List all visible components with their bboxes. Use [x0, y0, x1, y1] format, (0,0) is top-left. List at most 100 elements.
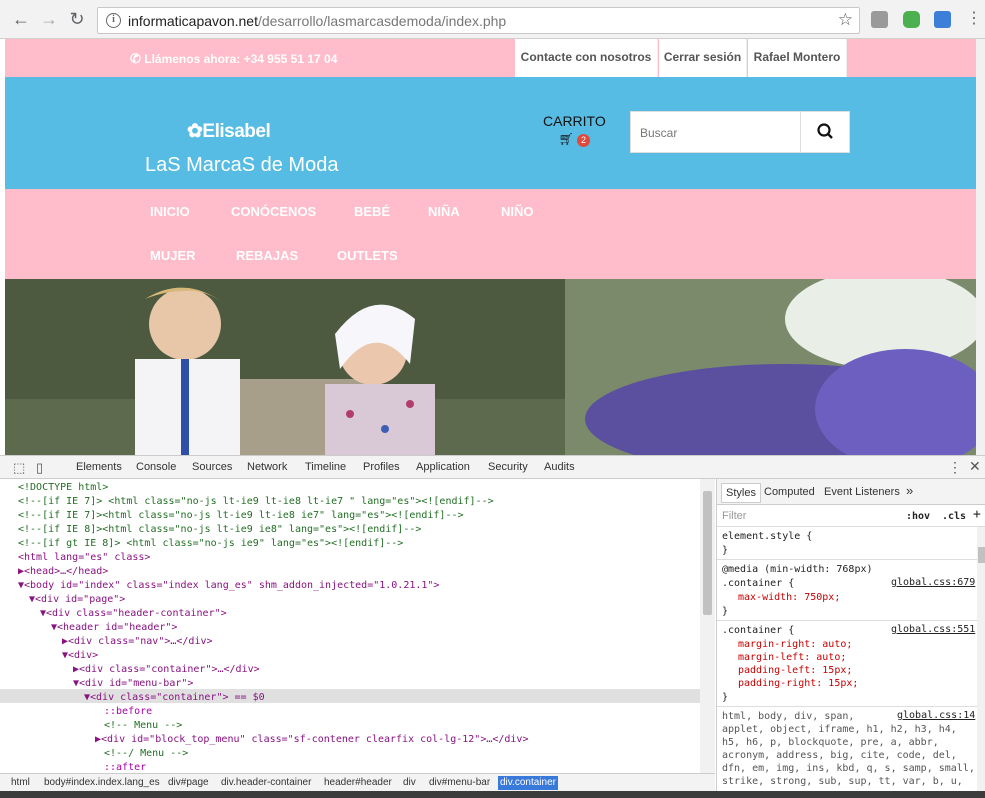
tab-timeline[interactable]: Timeline: [305, 461, 346, 473]
rule-source-link[interactable]: global.css:679: [891, 577, 975, 588]
menu-item-bebe[interactable]: BEBÉ: [354, 204, 390, 219]
dom-line[interactable]: ::after: [104, 761, 146, 773]
rule-selector: strike, strong, sub, sup, tt, var, b, u,: [722, 776, 963, 787]
tab-styles[interactable]: Styles: [721, 483, 761, 503]
dom-line[interactable]: ▶<div class="container">…</div>: [73, 663, 260, 677]
dom-line[interactable]: ▼<div id="menu-bar">: [73, 677, 193, 691]
breadcrumb-item[interactable]: div#page: [166, 776, 211, 790]
menu-item-inicio[interactable]: INICIO: [150, 204, 190, 219]
tab-security[interactable]: Security: [488, 461, 528, 473]
search-input[interactable]: Buscar: [640, 126, 677, 140]
tab-sources[interactable]: Sources: [192, 461, 232, 473]
tab-console[interactable]: Console: [136, 461, 176, 473]
more-tabs-icon[interactable]: »: [906, 483, 913, 498]
dom-line[interactable]: ▼<div class="header-container">: [40, 607, 227, 621]
logout-link[interactable]: Cerrar sesión: [659, 39, 747, 77]
inspect-icon[interactable]: ⬚: [13, 460, 25, 476]
element-style-rule[interactable]: element.style {: [722, 530, 812, 543]
logo[interactable]: ✿Elisabel: [187, 120, 271, 143]
address-bar[interactable]: i informaticapavon.net/desarrollo/lasmar…: [97, 7, 860, 34]
hov-toggle[interactable]: :hov: [906, 510, 930, 523]
menu-item-rebajas[interactable]: REBAJAS: [236, 248, 298, 263]
rule-selector: h5, h6, p, blockquote, pre, a, abbr,: [722, 737, 939, 748]
cart-count-badge: 2: [576, 134, 590, 147]
device-toolbar-icon[interactable]: ▯: [36, 460, 43, 476]
breadcrumb-item[interactable]: div: [401, 776, 418, 790]
elements-scrollbar[interactable]: [700, 479, 715, 773]
search-box[interactable]: Buscar: [630, 111, 850, 153]
breadcrumb-item[interactable]: header#header: [322, 776, 394, 790]
menu-item-outlets[interactable]: OUTLETS: [337, 248, 398, 263]
css-property[interactable]: padding-right: 15px;: [738, 677, 858, 690]
tab-computed[interactable]: Computed: [764, 486, 815, 498]
dom-line[interactable]: ▶<head>…</head>: [18, 565, 108, 579]
user-link[interactable]: Rafael Montero: [748, 39, 847, 77]
dom-line[interactable]: <!DOCTYPE html>: [18, 481, 108, 495]
breadcrumb-item[interactable]: div#menu-bar: [427, 776, 492, 790]
menu-item-nino[interactable]: NIÑO: [501, 204, 534, 219]
phone-icon: ✆: [130, 51, 141, 66]
breadcrumb-item[interactable]: div.header-container: [219, 776, 313, 790]
menu-dots-icon[interactable]: ⋮: [963, 8, 985, 30]
css-property[interactable]: margin-right: auto;: [738, 638, 852, 651]
dom-line[interactable]: ▼<div id="page">: [29, 593, 125, 607]
rule-selector[interactable]: html, body, div, span,: [722, 710, 854, 723]
breadcrumb: html body#index.index.lang_es div#page d…: [0, 773, 715, 791]
dom-line[interactable]: <!--[if gt IE 8]> <html class="no-js ie9…: [18, 537, 403, 551]
filter-input[interactable]: Filter: [722, 510, 746, 523]
dom-line[interactable]: <!--[if IE 7]><html class="no-js lt-ie9 …: [18, 509, 464, 523]
dom-line[interactable]: <!--[if IE 7]> <html class="no-js lt-ie9…: [18, 495, 494, 509]
taskbar-edge: [0, 791, 985, 798]
rule-selector[interactable]: .container {: [722, 577, 794, 590]
extension-evernote-icon[interactable]: [903, 11, 920, 28]
page-scrollbar[interactable]: [976, 39, 985, 455]
rule-selector[interactable]: .container {: [722, 624, 794, 637]
tab-event-listeners[interactable]: Event Listeners: [824, 486, 900, 498]
css-property[interactable]: max-width: 750px;: [738, 591, 840, 604]
dom-line[interactable]: <!--/ Menu -->: [104, 747, 188, 761]
breadcrumb-item[interactable]: body#index.index.lang_es: [42, 776, 162, 790]
reload-icon[interactable]: ↻: [66, 8, 88, 30]
dom-line[interactable]: ▼<body id="index" class="index lang_es" …: [18, 579, 439, 593]
logo-tagline: LaS MarcaS de Moda: [145, 154, 339, 176]
css-property[interactable]: padding-left: 15px;: [738, 664, 852, 677]
back-arrow-icon[interactable]: ←: [10, 8, 32, 30]
tab-application[interactable]: Application: [416, 461, 470, 473]
rule-source-link[interactable]: global.css:14: [897, 710, 975, 721]
breadcrumb-item-selected[interactable]: div.container: [498, 776, 558, 790]
rule-source-link[interactable]: global.css:551: [891, 624, 975, 635]
tab-elements[interactable]: Elements: [76, 461, 122, 473]
extension-translate-icon[interactable]: [934, 11, 951, 28]
devtools-menu-icon[interactable]: ⋮: [948, 459, 962, 476]
tab-network[interactable]: Network: [247, 461, 287, 473]
tab-profiles[interactable]: Profiles: [363, 461, 400, 473]
search-button[interactable]: [800, 112, 849, 152]
cls-toggle[interactable]: .cls: [942, 510, 966, 523]
menu-item-nina[interactable]: NIÑA: [428, 204, 460, 219]
dom-line[interactable]: ▼<div>: [62, 649, 98, 663]
close-icon[interactable]: ✕: [969, 458, 981, 475]
dom-line[interactable]: ::before: [104, 705, 152, 719]
menu-item-conocenos[interactable]: CONÓCENOS: [231, 204, 316, 219]
dom-line[interactable]: ▶<div class="nav">…</div>: [62, 635, 213, 649]
dom-line[interactable]: ▶<div id="block_top_menu" class="sf-cont…: [95, 733, 528, 747]
breadcrumb-item[interactable]: html: [9, 776, 32, 790]
dom-line-selected[interactable]: ▼<div class="container"> == $0: [84, 691, 265, 705]
dom-line[interactable]: <!--[if IE 8]><html class="no-js lt-ie9 …: [18, 523, 421, 537]
devtools-tabbar: ⬚ ▯ Elements Console Sources Network Tim…: [0, 455, 985, 479]
dom-line[interactable]: ▼<header id="header">: [51, 621, 177, 635]
forward-arrow-icon[interactable]: →: [38, 8, 60, 30]
info-icon[interactable]: i: [106, 13, 121, 28]
cart-widget[interactable]: CARRITO 🛒︎ 2: [543, 113, 606, 147]
add-rule-icon[interactable]: +: [973, 508, 981, 521]
menu-item-mujer[interactable]: MUJER: [150, 248, 196, 263]
contact-link[interactable]: Contacte con nosotros: [515, 39, 658, 77]
tab-audits[interactable]: Audits: [544, 461, 575, 473]
rule-selector: dfn, em, img, ins, kbd, q, s, samp, smal…: [722, 763, 975, 774]
star-icon[interactable]: ☆: [838, 10, 853, 30]
dom-line[interactable]: <html lang="es" class>: [18, 551, 150, 565]
dom-line[interactable]: <!-- Menu -->: [104, 719, 182, 733]
css-property[interactable]: margin-left: auto;: [738, 651, 846, 664]
styles-scrollbar[interactable]: [977, 527, 985, 791]
extension-shield-icon[interactable]: [871, 11, 888, 28]
